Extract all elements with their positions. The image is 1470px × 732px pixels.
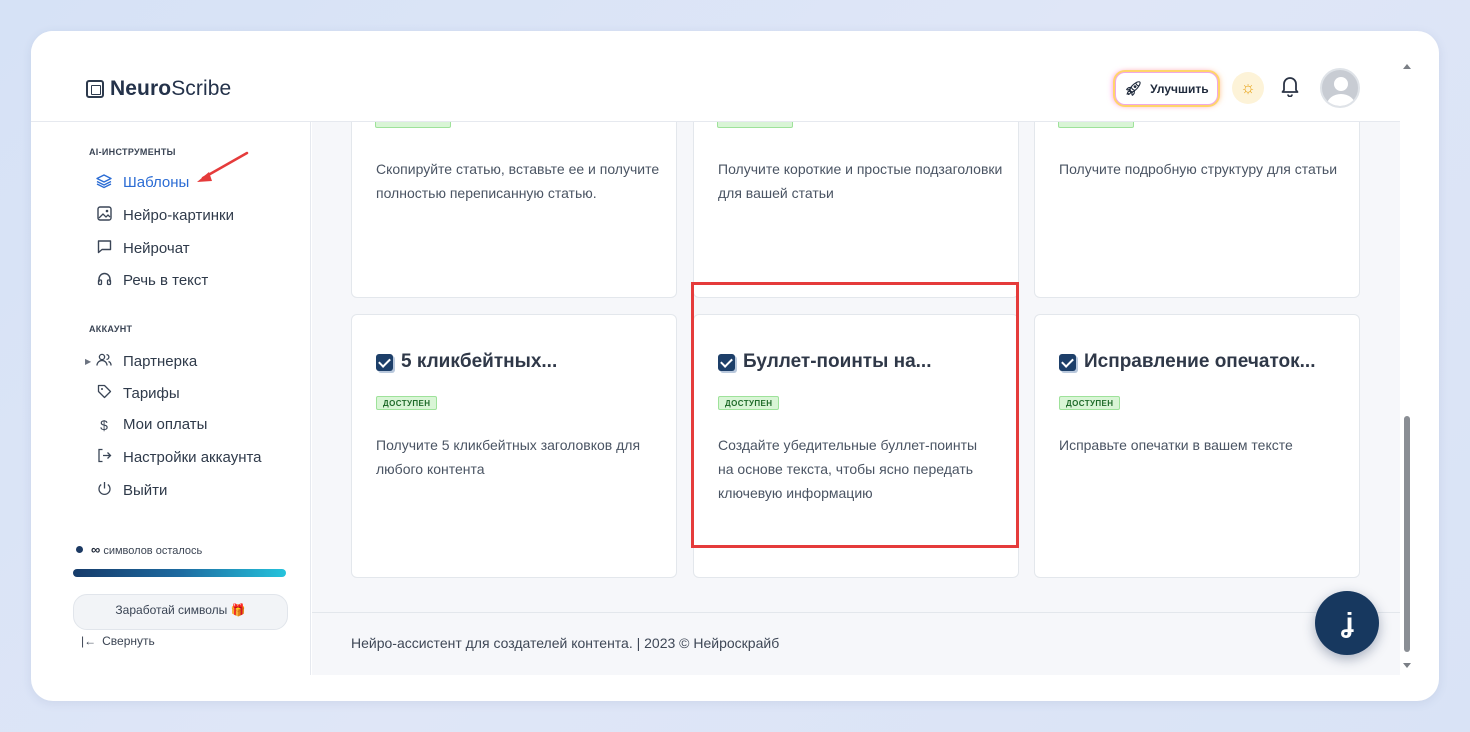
sidebar-item-label: Партнерка: [123, 352, 198, 370]
dollar-icon: $: [100, 416, 108, 433]
sidebar-item-label: Шаблоны: [123, 174, 190, 191]
card-title: Буллет-поинты на...: [718, 351, 932, 373]
ai-tools-section-label: AI-ИНСТРУМЕНТЫ: [89, 147, 176, 157]
sidebar-item-neuro-images[interactable]: Нейро-картинки: [95, 206, 234, 224]
sidebar-item-neurochat[interactable]: Нейрочат: [95, 239, 190, 257]
template-card[interactable]: Скопируйте статью, вставьте ее и получит…: [351, 122, 677, 298]
collapse-sidebar-button[interactable]: |← Свернуть: [81, 634, 155, 648]
rocket-icon: 🚀︎: [1124, 80, 1143, 96]
template-card-typo-fix[interactable]: Исправление опечаток... ДОСТУПЕН Исправь…: [1034, 314, 1360, 578]
tag-icon: [95, 384, 113, 402]
collapse-label: Свернуть: [102, 634, 155, 648]
scrollbar-thumb[interactable]: [1404, 416, 1410, 652]
card-title: Исправление опечаток...: [1059, 351, 1315, 373]
top-header: NeuroScribe 🚀︎ Улучшить ☼: [31, 31, 1400, 122]
sidebar-item-payments[interactable]: $ Мои оплаты: [95, 416, 207, 433]
chat-bubble-icon: ʝ: [1340, 607, 1354, 638]
earn-symbols-button[interactable]: Заработай символы 🎁: [73, 594, 288, 630]
sidebar-item-label: Тарифы: [123, 384, 180, 402]
card-description: Получите короткие и простые подзаголовки…: [718, 161, 1003, 201]
sidebar-item-label: Нейрочат: [123, 239, 190, 257]
status-badge: ДОСТУПЕН: [718, 396, 780, 410]
status-dot: [76, 546, 83, 553]
status-badge: [717, 122, 793, 128]
image-icon: [95, 206, 113, 224]
sidebar-item-label: Речь в текст: [123, 271, 209, 289]
scroll-down-icon[interactable]: [1403, 663, 1411, 668]
scroll-up-icon[interactable]: [1403, 64, 1411, 69]
theme-toggle-button[interactable]: ☼: [1232, 72, 1264, 104]
logo-text: NeuroScribe: [110, 77, 232, 100]
upgrade-button[interactable]: 🚀︎ Улучшить: [1115, 72, 1218, 105]
sidebar-item-templates[interactable]: Шаблоны: [95, 173, 189, 192]
footer: Нейро-ассистент для создателей контента.…: [312, 612, 1400, 675]
notifications-button[interactable]: [1280, 75, 1302, 99]
login-icon: [95, 448, 113, 466]
sidebar-item-label: Настройки аккаунта: [123, 448, 262, 466]
annotation-arrow-icon: [197, 151, 249, 182]
status-badge: ДОСТУПЕН: [376, 396, 438, 410]
scrollbar[interactable]: [1400, 59, 1414, 675]
sidebar-item-logout[interactable]: Выйти: [95, 481, 167, 499]
status-badge: ДОСТУПЕН: [1059, 396, 1121, 410]
symbols-label: символов осталось: [103, 545, 203, 557]
sidebar-item-tariffs[interactable]: Тарифы: [95, 384, 180, 402]
bell-icon: [1281, 77, 1299, 98]
card-description: Получите 5 кликбейтных заголовков для лю…: [376, 437, 641, 477]
sidebar-item-label: Мои оплаты: [123, 416, 208, 433]
template-card[interactable]: Получите короткие и простые подзаголовки…: [693, 122, 1019, 298]
sidebar-item-speech-to-text[interactable]: Речь в текст: [95, 271, 208, 289]
status-badge: [375, 122, 451, 128]
template-card-bullet-points[interactable]: Буллет-поинты на... ДОСТУПЕН Создайте уб…: [693, 314, 1019, 578]
caret-right-icon[interactable]: ▶: [85, 357, 91, 366]
app-window: NeuroScribe 🚀︎ Улучшить ☼ AI-ИНСТРУМЕНТЫ…: [31, 31, 1439, 701]
sidebar-item-partner[interactable]: ▶ Партнерка: [85, 352, 198, 370]
template-card-clickbait[interactable]: 5 кликбейтных... ДОСТУПЕН Получите 5 кли…: [351, 314, 677, 578]
account-section-label: АККАУНТ: [89, 324, 133, 334]
chat-widget-button[interactable]: ʝ: [1315, 591, 1379, 655]
checkbox-icon: [718, 353, 735, 371]
templates-grid: Скопируйте статью, вставьте ее и получит…: [312, 122, 1400, 612]
symbols-progress-bar: [73, 569, 286, 577]
sidebar-item-label: Выйти: [123, 481, 168, 499]
layers-icon: [95, 173, 113, 192]
chat-icon: [95, 239, 113, 257]
checkbox-icon: [376, 353, 393, 371]
upgrade-label: Улучшить: [1150, 81, 1209, 96]
card-description: Создайте убедительные буллет-поинты на о…: [718, 437, 978, 501]
template-card[interactable]: Получите подробную структуру для статьи: [1034, 122, 1360, 298]
card-title: 5 кликбейтных...: [376, 351, 557, 373]
sun-icon: ☼: [1240, 78, 1256, 97]
headphones-icon: [95, 271, 113, 289]
collapse-icon: |←: [81, 634, 97, 648]
card-description: Получите подробную структуру для статьи: [1059, 161, 1338, 177]
symbols-value: ∞: [91, 542, 101, 557]
card-description: Скопируйте статью, вставьте ее и получит…: [376, 161, 660, 201]
checkbox-icon: [1059, 353, 1076, 371]
power-icon: [95, 481, 113, 499]
users-icon: [95, 352, 113, 370]
avatar[interactable]: [1320, 68, 1360, 108]
sidebar-item-label: Нейро-картинки: [123, 206, 234, 224]
symbols-remaining: ∞ символов осталось: [76, 542, 202, 557]
logo[interactable]: NeuroScribe: [86, 77, 231, 101]
card-description: Исправьте опечатки в вашем тексте: [1059, 437, 1293, 453]
status-badge: [1058, 122, 1134, 128]
footer-text: Нейро-ассистент для создателей контента.…: [351, 635, 780, 651]
sidebar-item-account-settings[interactable]: Настройки аккаунта: [95, 448, 262, 466]
sidebar: AI-ИНСТРУМЕНТЫ Шаблоны Нейро-картинки Не…: [31, 122, 311, 675]
logo-icon: [86, 80, 104, 98]
